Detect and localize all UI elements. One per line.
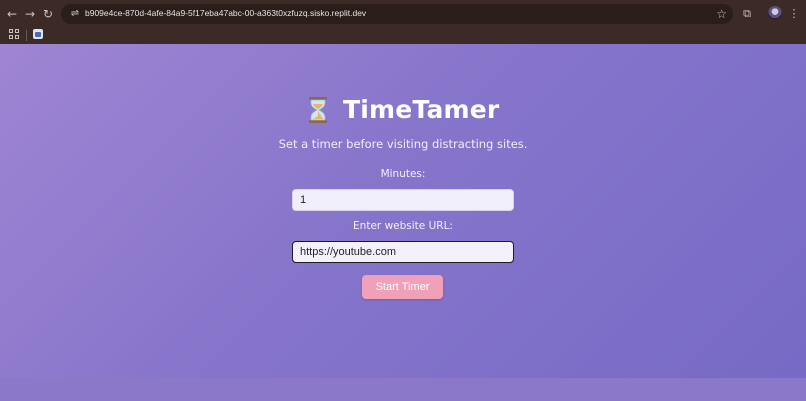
minutes-input[interactable] <box>292 189 514 211</box>
browser-chrome: ← → ↻ ⇌ b909e4ce-870d-4afe-84a9-5f17eba4… <box>0 0 806 44</box>
apps-grid-icon[interactable] <box>9 29 19 39</box>
page-footer <box>0 378 806 401</box>
bookmarks-divider <box>26 30 27 41</box>
reload-icon[interactable]: ↻ <box>40 6 56 22</box>
app-subtitle: Set a timer before visiting distracting … <box>278 137 528 151</box>
address-url[interactable]: b909e4ce-870d-4afe-84a9-5f17eba47abc-00-… <box>85 8 366 18</box>
site-info-icon[interactable]: ⇌ <box>68 7 82 21</box>
hourglass-icon <box>307 96 329 123</box>
app-page: TimeTamer Set a timer before visiting di… <box>0 44 806 378</box>
start-timer-button[interactable]: Start Timer <box>362 275 443 299</box>
app-header: TimeTamer <box>0 95 806 124</box>
address-bar[interactable]: ⇌ b909e4ce-870d-4afe-84a9-5f17eba47abc-0… <box>61 4 733 24</box>
menu-icon[interactable]: ⋮ <box>786 6 802 22</box>
extensions-icon[interactable]: ⧉ <box>739 6 755 22</box>
bookmark-star-icon[interactable]: ☆ <box>716 6 727 22</box>
browser-toolbar: ← → ↻ ⇌ b909e4ce-870d-4afe-84a9-5f17eba4… <box>0 0 806 27</box>
url-label: Enter website URL: <box>353 220 453 232</box>
profile-avatar[interactable] <box>768 6 782 20</box>
website-url-input[interactable] <box>292 241 514 263</box>
forward-icon[interactable]: → <box>22 6 38 22</box>
bookmarks-bar <box>0 27 806 44</box>
back-icon[interactable]: ← <box>4 6 20 22</box>
bookmark-favicon-icon[interactable] <box>33 29 43 39</box>
app-title: TimeTamer <box>342 95 500 124</box>
minutes-label: Minutes: <box>380 168 426 180</box>
